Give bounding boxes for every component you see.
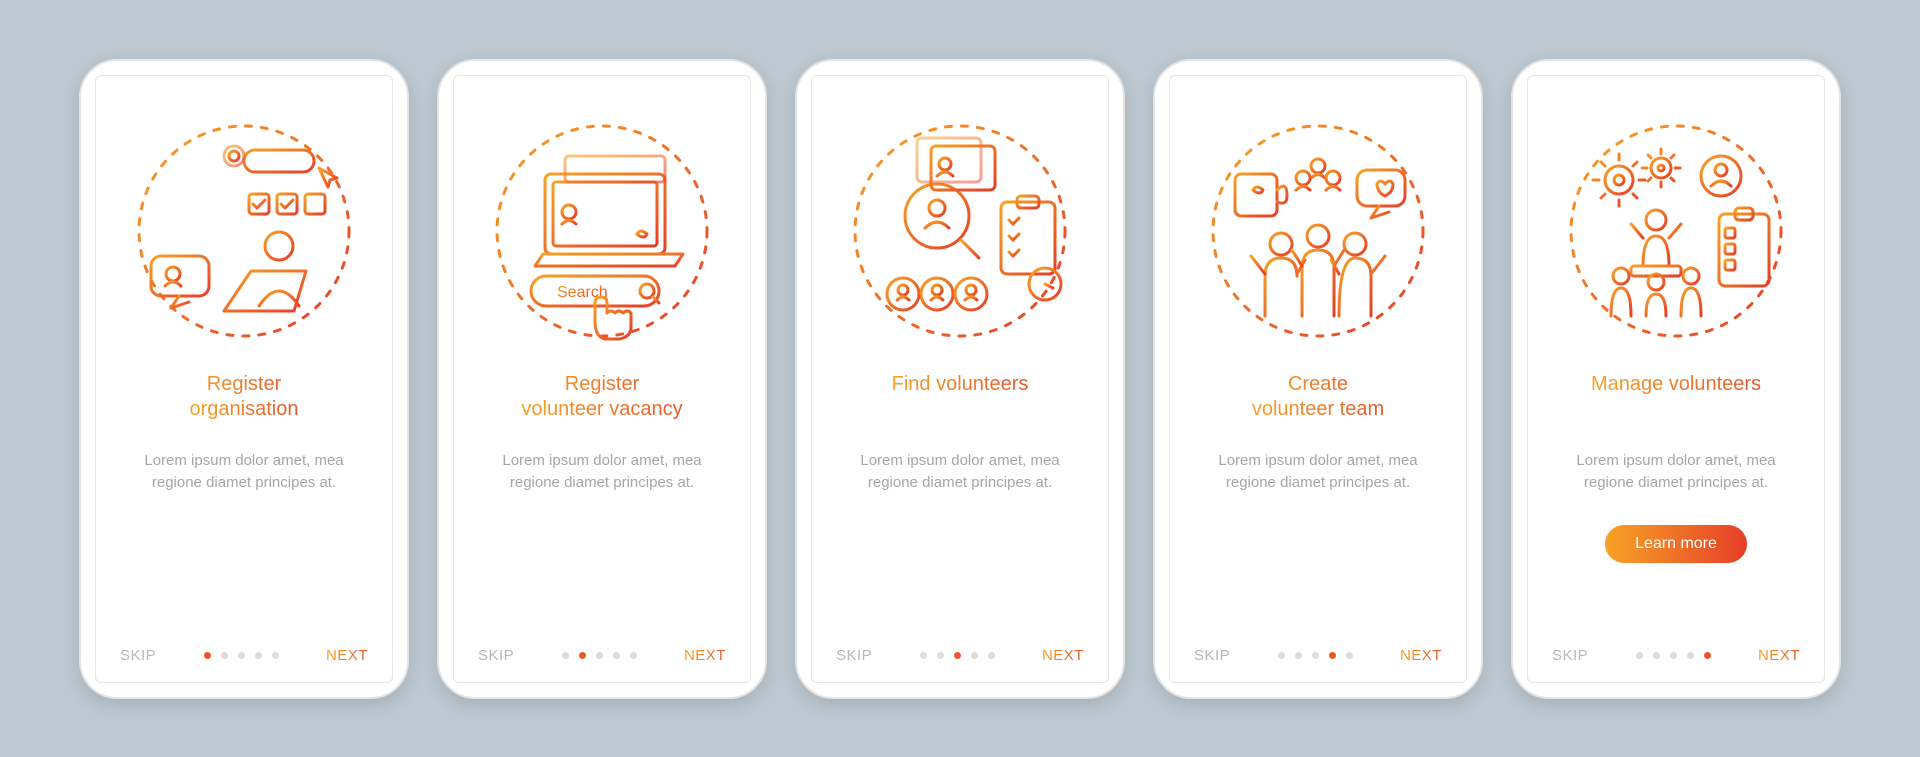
next-button[interactable]: NEXT <box>684 647 726 664</box>
register-org-icon <box>129 116 359 346</box>
manage-volunteers-icon <box>1561 116 1791 346</box>
onboarding-footer: SKIP NEXT <box>1552 647 1800 664</box>
dot <box>613 652 620 659</box>
screen-description: Lorem ipsum dolor amet, mea regione diam… <box>1194 450 1442 495</box>
screen-inner: Registerorganisation Lorem ipsum dolor a… <box>95 75 393 683</box>
skip-button[interactable]: SKIP <box>120 647 156 664</box>
dot <box>954 652 961 659</box>
screen-inner: Createvolunteer team Lorem ipsum dolor a… <box>1169 75 1467 683</box>
skip-button[interactable]: SKIP <box>836 647 872 664</box>
screen-description: Lorem ipsum dolor amet, mea regione diam… <box>836 450 1084 495</box>
dot <box>238 652 245 659</box>
screen-description: Lorem ipsum dolor amet, mea regione diam… <box>478 450 726 495</box>
page-indicator <box>1636 652 1711 659</box>
learn-more-button[interactable]: Learn more <box>1605 525 1747 563</box>
screen-description: Lorem ipsum dolor amet, mea regione diam… <box>1552 450 1800 495</box>
find-volunteers-icon <box>845 116 1075 346</box>
onboarding-screen-1: Registerorganisation Lorem ipsum dolor a… <box>79 59 409 699</box>
dot <box>1636 652 1643 659</box>
dot <box>562 652 569 659</box>
screen-inner: Find volunteers Lorem ipsum dolor amet, … <box>811 75 1109 683</box>
dot <box>937 652 944 659</box>
dot <box>221 652 228 659</box>
screen-title: Createvolunteer team <box>1252 372 1384 422</box>
screen-title: Registerorganisation <box>190 372 299 422</box>
dot <box>204 652 211 659</box>
dot <box>1329 652 1336 659</box>
screen-title: Registervolunteer vacancy <box>521 372 682 422</box>
dot <box>630 652 637 659</box>
onboarding-footer: SKIP NEXT <box>1194 647 1442 664</box>
onboarding-screen-3: Find volunteers Lorem ipsum dolor amet, … <box>795 59 1125 699</box>
dot <box>1278 652 1285 659</box>
skip-button[interactable]: SKIP <box>1552 647 1588 664</box>
dot <box>255 652 262 659</box>
dot <box>971 652 978 659</box>
page-indicator <box>920 652 995 659</box>
dot <box>579 652 586 659</box>
skip-button[interactable]: SKIP <box>478 647 514 664</box>
dot <box>272 652 279 659</box>
register-vacancy-icon: Search <box>487 116 717 346</box>
page-indicator <box>204 652 279 659</box>
screen-title: Manage volunteers <box>1591 372 1761 422</box>
dot <box>1312 652 1319 659</box>
next-button[interactable]: NEXT <box>1042 647 1084 664</box>
next-button[interactable]: NEXT <box>326 647 368 664</box>
dot <box>920 652 927 659</box>
dot <box>1704 652 1711 659</box>
dot <box>1687 652 1694 659</box>
onboarding-footer: SKIP NEXT <box>120 647 368 664</box>
dot <box>1295 652 1302 659</box>
create-team-icon <box>1203 116 1433 346</box>
page-indicator <box>562 652 637 659</box>
next-button[interactable]: NEXT <box>1758 647 1800 664</box>
dot <box>1346 652 1353 659</box>
screen-inner: Search Registervolunteer vacancy Lorem i… <box>453 75 751 683</box>
onboarding-footer: SKIP NEXT <box>836 647 1084 664</box>
onboarding-screen-5: Manage volunteers Lorem ipsum dolor amet… <box>1511 59 1841 699</box>
dot <box>596 652 603 659</box>
screen-description: Lorem ipsum dolor amet, mea regione diam… <box>120 450 368 495</box>
next-button[interactable]: NEXT <box>1400 647 1442 664</box>
page-indicator <box>1278 652 1353 659</box>
dot <box>1653 652 1660 659</box>
onboarding-screen-2: Search Registervolunteer vacancy Lorem i… <box>437 59 767 699</box>
screen-inner: Manage volunteers Lorem ipsum dolor amet… <box>1527 75 1825 683</box>
onboarding-footer: SKIP NEXT <box>478 647 726 664</box>
skip-button[interactable]: SKIP <box>1194 647 1230 664</box>
screen-title: Find volunteers <box>892 372 1029 422</box>
dot <box>1670 652 1677 659</box>
onboarding-screen-4: Createvolunteer team Lorem ipsum dolor a… <box>1153 59 1483 699</box>
dot <box>988 652 995 659</box>
